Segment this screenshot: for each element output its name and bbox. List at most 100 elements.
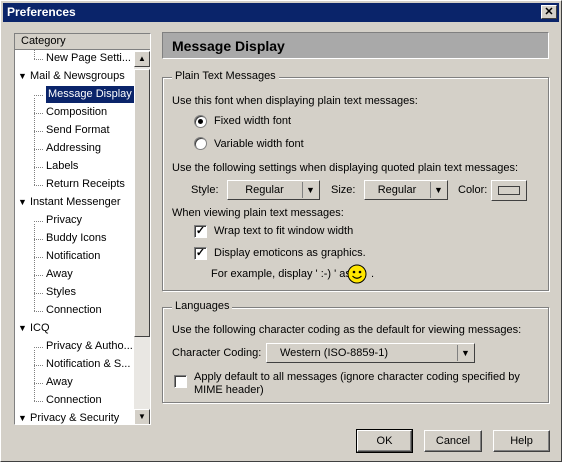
quoted-prompt: Use the following settings when displayi… xyxy=(172,162,519,174)
apply-default-line2: MIME header) xyxy=(194,384,264,396)
tree-item[interactable]: Away xyxy=(46,374,73,391)
font-prompt: Use this font when displaying plain text… xyxy=(172,95,418,107)
tree-item[interactable]: Addressing xyxy=(46,140,101,157)
window-title: Preferences xyxy=(7,5,76,19)
size-label: Size: xyxy=(331,184,356,196)
tree-category[interactable]: ▼ Mail & Newsgroups xyxy=(18,68,125,85)
tree-item[interactable]: Privacy & Autho... xyxy=(46,338,133,355)
tree-connector xyxy=(34,350,35,401)
color-swatch xyxy=(498,186,520,195)
expand-triangle-icon[interactable]: ▼ xyxy=(18,410,30,424)
tree-connector xyxy=(34,113,43,114)
tree-item[interactable]: Connection xyxy=(46,392,102,409)
tree-item[interactable]: Message Display xyxy=(46,86,134,103)
tree-item[interactable]: Buddy Icons xyxy=(46,230,107,247)
expand-triangle-icon[interactable]: ▼ xyxy=(18,320,30,337)
tree-connector xyxy=(34,383,43,384)
tree-category[interactable]: ▼ ICQ xyxy=(18,320,50,337)
tree-connector xyxy=(34,347,43,348)
size-select[interactable]: Regular ▼ xyxy=(364,180,448,200)
tree-connector xyxy=(34,224,35,311)
page-title: Message Display xyxy=(162,32,549,59)
tree-item[interactable]: Away xyxy=(46,266,73,283)
tree-category-label: Instant Messenger xyxy=(30,196,121,208)
chevron-down-icon: ▼ xyxy=(457,345,473,361)
coding-value: Western (ISO-8859-1) xyxy=(280,347,389,359)
size-value: Regular xyxy=(377,184,417,196)
tree-item[interactable]: Return Receipts xyxy=(46,176,125,193)
tree-item[interactable]: Composition xyxy=(46,104,107,121)
tree-item[interactable]: Connection xyxy=(46,302,102,319)
tree-connector xyxy=(34,239,43,240)
languages-legend: Languages xyxy=(172,300,233,312)
tree-category[interactable]: ▼ Privacy & Security xyxy=(18,410,120,424)
tree-header: Category xyxy=(15,34,150,50)
category-tree: Category New Page Setti... ▼ Mail & Newsgr… xyxy=(14,33,151,425)
tree-item[interactable]: Styles xyxy=(46,284,76,301)
chevron-down-icon: ▼ xyxy=(430,182,446,198)
scroll-thumb[interactable] xyxy=(134,69,150,337)
tree-connector xyxy=(34,95,43,96)
title-bar: Preferences ✕ xyxy=(3,3,559,22)
example-suffix: . xyxy=(371,268,375,280)
apply-default-checkbox[interactable] xyxy=(174,375,187,388)
tree-item[interactable]: Privacy xyxy=(46,212,82,229)
smiley-icon xyxy=(347,264,367,284)
wrap-text-label[interactable]: Wrap text to fit window width xyxy=(214,225,353,237)
tree-connector xyxy=(34,59,43,60)
tree-category-label: Mail & Newsgroups xyxy=(30,70,125,82)
emoticons-label[interactable]: Display emoticons as graphics. xyxy=(214,247,366,259)
fixed-width-label[interactable]: Fixed width font xyxy=(214,115,291,127)
checkmark-icon: ✓ xyxy=(195,225,206,237)
tree-item[interactable]: Notification xyxy=(46,248,100,265)
style-select[interactable]: Regular ▼ xyxy=(227,180,320,200)
tree-connector xyxy=(34,257,43,258)
tree-connector xyxy=(34,167,43,168)
style-label: Style: xyxy=(191,184,219,196)
tree-scrollbar[interactable]: ▲ ▼ xyxy=(134,51,150,424)
tree-category-label: Privacy & Security xyxy=(30,412,120,424)
coding-label: Character Coding: xyxy=(172,347,262,359)
viewing-prompt: When viewing plain text messages: xyxy=(172,207,344,219)
tree-item[interactable]: Labels xyxy=(46,158,78,175)
tree-connector xyxy=(34,311,43,312)
close-button[interactable]: ✕ xyxy=(541,5,557,19)
tree-item[interactable]: Notification & S... xyxy=(46,356,130,373)
tree-body: New Page Setti... ▼ Mail & Newsgroups Messa… xyxy=(15,50,134,424)
tree-category-label: ICQ xyxy=(30,322,50,334)
radio-dot-icon xyxy=(198,119,203,124)
tree-connector xyxy=(34,293,43,294)
color-picker-button[interactable] xyxy=(491,180,527,201)
tree-item[interactable]: Send Format xyxy=(46,122,110,139)
scroll-down-button[interactable]: ▼ xyxy=(134,409,150,424)
color-label: Color: xyxy=(458,184,488,196)
tree-connector xyxy=(34,185,43,186)
checkmark-icon: ✓ xyxy=(195,247,206,259)
expand-triangle-icon[interactable]: ▼ xyxy=(18,194,30,211)
chevron-down-icon: ▼ xyxy=(302,182,318,198)
close-icon: ✕ xyxy=(544,6,554,18)
apply-default-line1: Apply default to all messages (ignore ch… xyxy=(194,371,520,383)
tree-connector xyxy=(34,98,35,185)
expand-triangle-icon[interactable]: ▼ xyxy=(18,68,30,85)
tree-connector xyxy=(34,221,43,222)
wrap-text-checkbox[interactable]: ✓ xyxy=(194,225,207,238)
ok-button[interactable]: OK xyxy=(356,429,413,453)
coding-prompt: Use the following character coding as th… xyxy=(172,324,522,336)
tree-connector xyxy=(34,149,43,150)
tree-connector xyxy=(34,365,43,366)
emoticons-checkbox[interactable]: ✓ xyxy=(194,247,207,260)
apply-default-label[interactable]: Apply default to all messages (ignore ch… xyxy=(194,371,520,397)
tree-item[interactable]: New Page Setti... xyxy=(46,50,131,67)
tree-category[interactable]: ▼ Instant Messenger xyxy=(18,194,121,211)
preferences-window: Preferences ✕ Category New Page Setti...… xyxy=(0,0,562,462)
help-button[interactable]: Help xyxy=(493,430,550,452)
tree-connector xyxy=(34,131,43,132)
variable-width-label[interactable]: Variable width font xyxy=(214,138,304,150)
variable-width-radio[interactable] xyxy=(194,137,207,150)
scroll-up-button[interactable]: ▲ xyxy=(134,51,150,67)
fixed-width-radio[interactable] xyxy=(194,115,207,128)
tree-connector xyxy=(34,50,35,59)
character-coding-select[interactable]: Western (ISO-8859-1) ▼ xyxy=(266,343,475,363)
cancel-button[interactable]: Cancel xyxy=(424,430,482,452)
